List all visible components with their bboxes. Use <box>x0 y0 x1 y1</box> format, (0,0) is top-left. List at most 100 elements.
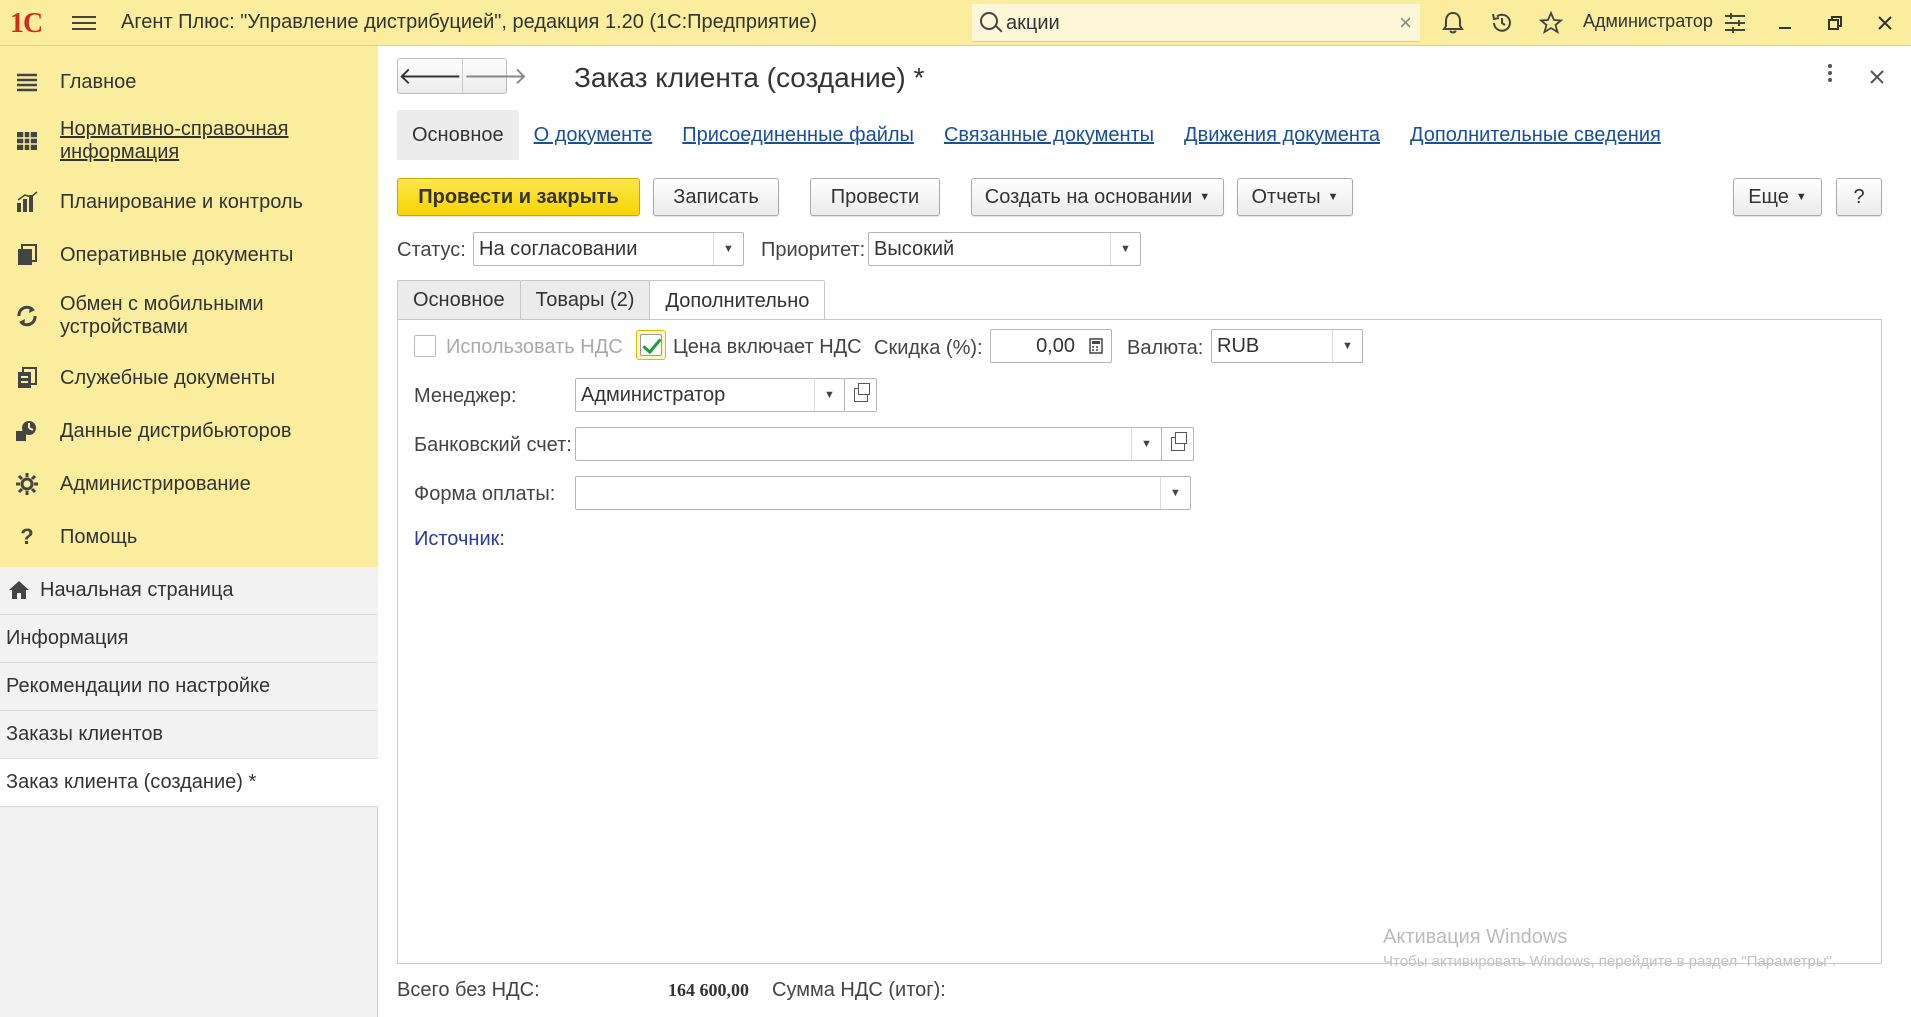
title-bar: 1С Агент Плюс: "Управление дистрибуцией"… <box>0 0 1911 46</box>
sidebar-item-service-docs[interactable]: Служебные документы <box>0 356 378 400</box>
tab-related-documents[interactable]: Связанные документы <box>929 110 1169 160</box>
dropdown-arrow-icon[interactable]: ▼ <box>1332 330 1362 362</box>
sidebar-item-label: Обмен с мобильными устройствами <box>60 293 264 338</box>
reports-button[interactable]: Отчеты ▼ <box>1237 178 1353 216</box>
open-window-recommendations[interactable]: Рекомендации по настройке <box>0 663 378 711</box>
main-menu-icon[interactable] <box>72 12 96 34</box>
search-icon <box>980 12 998 30</box>
history-nav: 🡐 🡒 <box>397 58 528 94</box>
close-form-icon[interactable] <box>1869 64 1885 92</box>
use-vat-checkbox[interactable] <box>414 335 436 357</box>
priority-value: Высокий <box>874 238 955 260</box>
price-incl-vat-checkbox[interactable] <box>640 334 662 356</box>
tab-goods[interactable]: Товары (2) <box>519 280 651 320</box>
sidebar-item-administration[interactable]: Администрирование <box>0 462 378 506</box>
open-bank-account-button[interactable] <box>1161 427 1194 461</box>
open-manager-button[interactable] <box>844 378 877 412</box>
sidebar-item-operative-docs[interactable]: Оперативные документы <box>0 233 378 277</box>
sidebar-item-planning[interactable]: Планирование и контроль <box>0 180 378 224</box>
bank-account-select[interactable]: ▼ <box>575 427 1194 461</box>
tab-additional-info[interactable]: Дополнительные сведения <box>1395 110 1676 160</box>
more-label: Еще <box>1748 185 1789 208</box>
bell-icon[interactable] <box>1438 8 1468 38</box>
back-arrow-icon[interactable]: 🡐 <box>398 59 462 93</box>
minimize-icon[interactable] <box>1768 6 1802 40</box>
sidebar-item-label: Помощь <box>60 525 138 548</box>
open-link-icon <box>1170 432 1187 451</box>
manager-label: Менеджер: <box>414 385 517 407</box>
inner-tabs: Основное Товары (2) Дополнительно <box>397 280 826 321</box>
status-label: Статус: <box>397 239 466 261</box>
status-select[interactable]: На согласовании ▼ <box>473 232 744 266</box>
vat-total-label: Сумма НДС (итог): <box>772 979 946 1001</box>
priority-label: Приоритет: <box>761 239 866 261</box>
tab-main[interactable]: Основное <box>397 110 519 160</box>
close-window-icon[interactable] <box>1868 6 1902 40</box>
bank-account-label: Банковский счет: <box>414 434 572 456</box>
history-icon[interactable] <box>1487 8 1517 38</box>
manager-value: Администратор <box>581 384 726 406</box>
sidebar-item-label: Служебные документы <box>60 366 276 389</box>
search-box[interactable]: × <box>972 4 1420 42</box>
save-button[interactable]: Записать <box>653 178 779 216</box>
open-window-customer-orders[interactable]: Заказы клиентов <box>0 711 378 759</box>
post-button[interactable]: Провести <box>810 178 940 216</box>
source-label[interactable]: Источник: <box>414 528 505 551</box>
sidebar-item-reference[interactable]: Нормативно-справочная информация <box>0 111 378 171</box>
sidebar-item-mobile-exchange[interactable]: Обмен с мобильными устройствами <box>0 286 378 346</box>
tab-about-document[interactable]: О документе <box>519 110 668 160</box>
1c-logo[interactable]: 1С <box>10 8 43 40</box>
dropdown-arrow-icon[interactable]: ▼ <box>713 233 743 265</box>
total-without-vat-label: Всего без НДС: <box>397 979 540 1001</box>
post-and-close-button[interactable]: Провести и закрыть <box>397 178 640 216</box>
calculator-icon[interactable] <box>1081 330 1111 362</box>
manager-select[interactable]: Администратор ▼ <box>575 378 877 412</box>
tab-basic[interactable]: Основное <box>397 280 521 320</box>
restore-icon[interactable] <box>1818 6 1852 40</box>
dropdown-arrow-icon[interactable]: ▼ <box>814 379 844 411</box>
search-input[interactable] <box>1006 9 1366 37</box>
bar-chart-icon <box>14 189 40 215</box>
more-button[interactable]: Еще ▼ <box>1733 178 1822 216</box>
sidebar-item-label: Данные дистрибьюторов <box>60 419 292 442</box>
dropdown-arrow-icon: ▼ <box>1795 191 1807 203</box>
dropdown-arrow-icon[interactable]: ▼ <box>1131 428 1161 460</box>
tab-additional[interactable]: Дополнительно <box>649 280 826 321</box>
forward-arrow-icon[interactable]: 🡒 <box>462 59 528 93</box>
tab-attached-files[interactable]: Присоединенные файлы <box>667 110 929 160</box>
app-title: Агент Плюс: "Управление дистрибуцией", р… <box>121 11 818 33</box>
reports-label: Отчеты <box>1251 185 1321 208</box>
sidebar-item-label: Планирование и контроль <box>60 190 303 213</box>
priority-select[interactable]: Высокий ▼ <box>868 232 1141 266</box>
sync-icon <box>14 303 40 329</box>
sidebar-item-distributor-data[interactable]: Данные дистрибьюторов <box>0 409 378 453</box>
menu-lines-icon <box>14 69 40 95</box>
discount-input[interactable]: 0,00 <box>990 329 1112 363</box>
help-button[interactable]: ? <box>1836 178 1882 216</box>
sidebar-item-main[interactable]: Главное <box>0 60 378 104</box>
create-based-on-button[interactable]: Создать на основании ▼ <box>971 178 1224 216</box>
dropdown-arrow-icon: ▼ <box>1327 191 1339 203</box>
open-window-info[interactable]: Информация <box>0 615 378 663</box>
open-window-label: Заказ клиента (создание) * <box>6 771 257 793</box>
open-window-home[interactable]: Начальная страница <box>0 567 378 615</box>
sidebar-item-help[interactable]: ? Помощь <box>0 515 378 559</box>
favorites-star-icon[interactable] <box>1536 8 1566 38</box>
create-based-on-label: Создать на основании <box>984 185 1193 208</box>
question-icon: ? <box>20 524 34 549</box>
dropdown-arrow-icon: ▼ <box>1199 191 1211 203</box>
dropdown-arrow-icon[interactable]: ▼ <box>1110 233 1140 265</box>
settings-lines-icon[interactable] <box>1718 6 1752 40</box>
currency-select[interactable]: RUB ▼ <box>1211 329 1363 363</box>
service-docs-icon <box>14 365 40 391</box>
open-window-label: Рекомендации по настройке <box>6 675 271 697</box>
dropdown-arrow-icon[interactable]: ▼ <box>1160 477 1190 509</box>
open-window-current-order[interactable]: Заказ клиента (создание) * <box>0 759 378 807</box>
payment-form-select[interactable]: ▼ <box>575 476 1191 510</box>
currency-label: Валюта: <box>1127 337 1204 359</box>
sidebar: Главное Нормативно-справочная информация… <box>0 46 378 1017</box>
clear-search-icon[interactable]: × <box>1399 10 1412 36</box>
tab-document-movements[interactable]: Движения документа <box>1169 110 1395 160</box>
user-name[interactable]: Администратор <box>1583 11 1713 32</box>
more-vertical-icon[interactable] <box>1827 62 1833 90</box>
